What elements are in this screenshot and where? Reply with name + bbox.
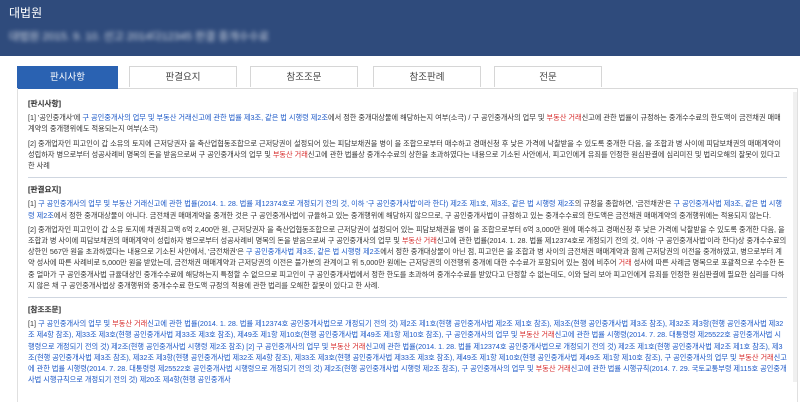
section-divider [28, 297, 787, 299]
text-run: [1] [28, 199, 38, 209]
keyword-highlight: 부동산 거래 [272, 149, 308, 159]
text-run: [1] [28, 319, 38, 329]
law-link[interactable]: 구 공인중개사의 업무 및 부동산 거래신고에 관한 법률 제3조, 같은 법 … [82, 113, 328, 122]
points-para-1: [1] '공인중개사'에 구 공인중개사의 업무 및 부동산 거래신고에 관한 … [28, 112, 787, 134]
summary-para-1: [1] 구 공인중개사의 업무 및 부동산 거래신고에 관한 법률(2014. … [28, 198, 787, 220]
section-title-summary: [판결요지] [28, 185, 62, 195]
keyword-highlight: 부동산 거래 [738, 352, 774, 362]
law-link[interactable]: 구 공인중개사법 제3조, 같은 법 시행령 제2조 [246, 247, 380, 256]
tab-reference-cases[interactable]: 참조판례 [373, 66, 481, 87]
keyword-highlight: 부동산 거래 [112, 319, 148, 329]
points-para-2: [2] 중개업자인 피고인이 갑 소유의 토지에 근저당권자 을 축산업협동조합… [28, 138, 787, 172]
summary-para-2: [2] 중개업자인 피고인이 갑 소유 토지에 채권최고액 6억 2,400만 … [28, 224, 787, 291]
case-subtitle: 대법원 2015. 9. 10. 선고 2014다12345 판결 중개수수료 [9, 31, 270, 43]
tab-reference-articles[interactable]: 참조조문 [250, 66, 358, 87]
tab-judgment-summary[interactable]: 판결요지 [129, 66, 237, 87]
content-panel: [판시사항] [1] '공인중개사'에 구 공인중개사의 업무 및 부동산 거래… [17, 88, 798, 402]
tab-full-text[interactable]: 전문 [494, 66, 602, 87]
text-run: 에서 정한 중개대상물에 해당하는지 여부(소극) / 구 공인중개사의 업무 … [327, 113, 547, 123]
scrollbar-track[interactable] [793, 92, 797, 382]
keyword-highlight: 부동산 거래 [519, 330, 555, 340]
law-link[interactable]: 구 공인중개사의 업무 및 [38, 319, 112, 328]
tab-bar: 판시사항 판결요지 참조조문 참조판례 전문 [17, 66, 798, 89]
text-run: [1] '공인중개사'에 [28, 113, 83, 123]
law-link[interactable]: 구 공인중개사의 업무 및 부동산 거래신고에 관한 법률(2014. 1. 2… [38, 199, 575, 208]
section-title-articles: [참조조문] [28, 305, 62, 315]
articles-para-1: [1] 구 공인중개사의 업무 및 부동산 거래신고에 관한 법률(2014. … [28, 318, 787, 385]
court-title: 대법원 [9, 6, 43, 20]
text-run: 의 규정을 종합하면, '금전채권'은 [574, 199, 674, 209]
app-header: 대법원 대법원 2015. 9. 10. 선고 2014다12345 판결 중개… [0, 0, 800, 56]
keyword-highlight: 부동산 거래 [330, 341, 366, 351]
keyword-highlight: 거래 [618, 258, 632, 268]
tab-judgment-points[interactable]: 판시사항 [17, 66, 118, 89]
section-divider [28, 177, 787, 179]
keyword-highlight: 부동산 거래 [535, 364, 571, 374]
keyword-highlight: 부동산 거래 [401, 236, 437, 246]
section-title-points: [판시사항] [28, 99, 62, 108]
keyword-highlight: 부동산 거래 [546, 113, 582, 123]
text-run: 에서 정한 중개대상물이 아니다. 금전채권 매매계약을 중개한 것은 구 공인… [53, 210, 772, 220]
